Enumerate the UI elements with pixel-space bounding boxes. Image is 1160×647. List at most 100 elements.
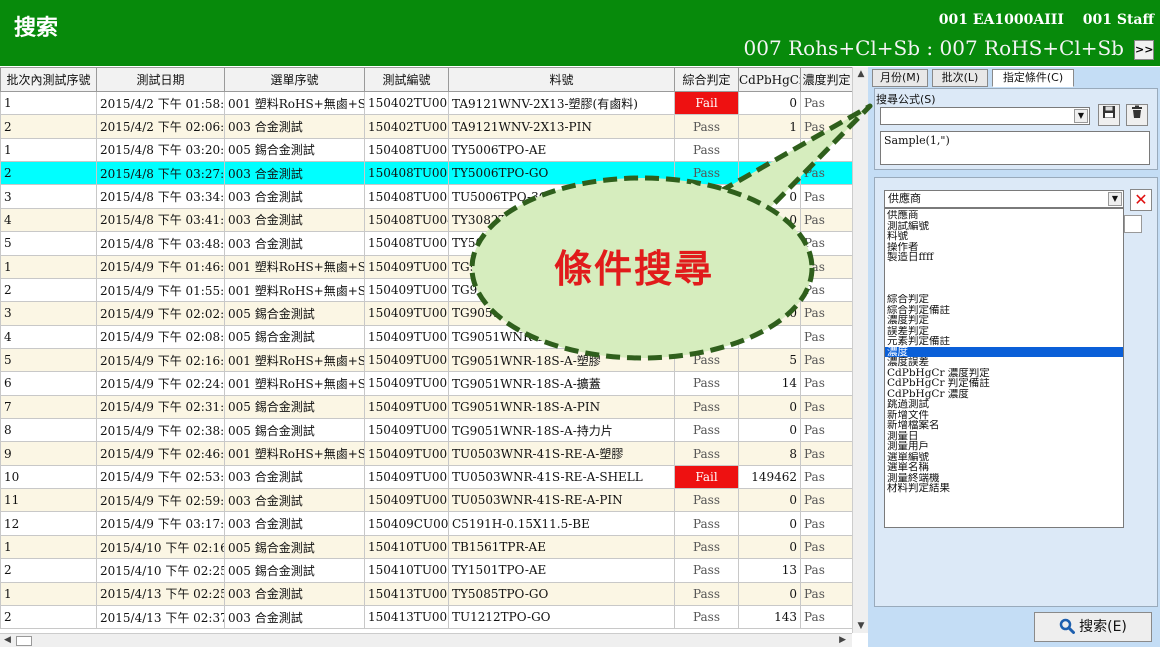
table-row[interactable]: 112015/4/9 下午 02:59:40003 合金測試150409TU00…: [0, 488, 852, 513]
column-header[interactable]: 測試編號: [364, 67, 449, 92]
table-row[interactable]: 52015/4/8 下午 03:48:10003 合金測試150408TU005…: [0, 231, 852, 256]
column-header[interactable]: 批次內測試序號: [0, 67, 97, 92]
table-cell: 1: [0, 534, 97, 560]
vertical-scrollbar[interactable]: ▲ ▼: [852, 67, 868, 633]
condition-option[interactable]: 誤差判定: [885, 326, 1123, 337]
chevron-down-icon[interactable]: ▼: [1074, 109, 1088, 123]
table-cell: 2015/4/8 下午 03:48:10: [96, 231, 225, 256]
table-row[interactable]: 12015/4/9 下午 01:46:48001 塑料RoHS+無鹵+Sb150…: [0, 254, 852, 279]
table-cell: 150413TU002: [364, 604, 449, 630]
condition-option[interactable]: 供應商: [885, 210, 1123, 221]
column-header[interactable]: 測試日期: [96, 67, 225, 92]
table-row[interactable]: 42015/4/8 下午 03:41:38003 合金測試150408TU004…: [0, 207, 852, 233]
condition-field-select[interactable]: 供應商 ▼: [884, 190, 1124, 208]
table-row[interactable]: 12015/4/2 下午 01:58:32001 塑料RoHS+無鹵+Sb150…: [0, 90, 852, 116]
table-cell: 001 塑料RoHS+無鹵+Sb: [224, 441, 365, 466]
table-row[interactable]: 62015/4/9 下午 02:24:21001 塑料RoHS+無鹵+Sb150…: [0, 371, 852, 396]
column-header[interactable]: CdPbHgCr: [738, 67, 801, 92]
condition-option[interactable]: 綜合判定: [885, 294, 1123, 305]
condition-option[interactable]: [885, 263, 1123, 274]
condition-option[interactable]: 濃度誤差: [885, 357, 1123, 368]
table-row[interactable]: 32015/4/8 下午 03:34:51003 合金測試150408TU003…: [0, 184, 852, 209]
table-row[interactable]: 22015/4/10 下午 02:25:06005 錫合金測試150410TU0…: [0, 558, 852, 583]
tab-conditions[interactable]: 指定條件(C): [992, 69, 1074, 87]
table-row[interactable]: 22015/4/9 下午 01:55:15001 塑料RoHS+無鹵+Sb150…: [0, 277, 852, 303]
table-cell: TG9051WNR-18S-A-塑膠: [448, 347, 675, 373]
table-cell: 4: [0, 207, 97, 233]
table-row[interactable]: 32015/4/9 下午 02:02:04005 錫合金測試150409TU00…: [0, 301, 852, 326]
condition-option[interactable]: 元素判定備註: [885, 336, 1123, 347]
column-header[interactable]: 料號: [448, 67, 675, 92]
table-cell: 12: [0, 511, 97, 536]
table-cell: Pas: [800, 371, 852, 396]
table-cell: Fail: [674, 90, 739, 116]
condition-option[interactable]: 料號: [885, 231, 1123, 242]
table-row[interactable]: 122015/4/9 下午 03:17:58003 合金測試150409CU00…: [0, 511, 852, 536]
column-header[interactable]: 綜合判定: [674, 67, 739, 92]
table-row[interactable]: 12015/4/13 下午 02:25:38003 合金測試150413TU00…: [0, 581, 852, 606]
table-row[interactable]: 12015/4/10 下午 02:16:19005 錫合金測試150410TU0…: [0, 534, 852, 560]
scroll-down-icon[interactable]: ▼: [853, 621, 869, 631]
condition-value-field[interactable]: [1124, 215, 1142, 233]
scroll-left-icon[interactable]: ◀: [4, 635, 11, 645]
condition-option[interactable]: 製造日ffff: [885, 252, 1123, 263]
search-button[interactable]: 搜索(E): [1034, 612, 1152, 642]
table-cell: 7: [0, 394, 97, 420]
table-row[interactable]: 22015/4/13 下午 02:37:39003 合金測試150413TU00…: [0, 604, 852, 630]
save-formula-button[interactable]: [1098, 104, 1120, 126]
tab-month[interactable]: 月份(M): [872, 69, 928, 87]
table-row[interactable]: 102015/4/9 下午 02:53:12003 合金測試150409TU00…: [0, 464, 852, 490]
table-cell: 150408TU003: [364, 184, 449, 209]
condition-option[interactable]: [885, 284, 1123, 295]
condition-option[interactable]: 新增檔案名: [885, 420, 1123, 431]
formula-textarea[interactable]: Sample(1,"): [880, 131, 1150, 165]
condition-option[interactable]: 濃度判定: [885, 315, 1123, 326]
table-cell: 005 錫合金測試: [224, 558, 365, 583]
column-header[interactable]: 選單序號: [224, 67, 365, 92]
condition-option[interactable]: 測量用戶: [885, 441, 1123, 452]
condition-option[interactable]: CdPbHgCr 濃度判定: [885, 368, 1123, 379]
table-cell: 005 錫合金測試: [224, 394, 365, 420]
horizontal-scrollbar[interactable]: ◀ ▶: [0, 633, 852, 647]
condition-option[interactable]: 濃度: [885, 346, 1123, 357]
remove-condition-button[interactable]: ✕: [1130, 189, 1152, 211]
condition-option[interactable]: 操作者: [885, 242, 1123, 253]
scroll-up-icon[interactable]: ▲: [853, 69, 869, 79]
table-cell: 150408TU002: [364, 161, 449, 186]
table-row[interactable]: 82015/4/9 下午 02:38:07005 錫合金測試150409TU00…: [0, 418, 852, 443]
table-row[interactable]: 52015/4/9 下午 02:16:33001 塑料RoHS+無鹵+Sb150…: [0, 347, 852, 373]
table-row[interactable]: 12015/4/8 下午 03:20:23005 錫合金測試150408TU00…: [0, 137, 852, 163]
condition-option[interactable]: 測量日: [885, 431, 1123, 442]
condition-option[interactable]: [885, 273, 1123, 284]
tab-batch[interactable]: 批次(L): [932, 69, 988, 87]
condition-option[interactable]: CdPbHgCr 濃度: [885, 389, 1123, 400]
column-header[interactable]: 濃度判定: [800, 67, 852, 92]
condition-option[interactable]: 綜合判定備註: [885, 305, 1123, 316]
condition-option[interactable]: 跳過測試: [885, 399, 1123, 410]
condition-option[interactable]: 測試編號: [885, 221, 1123, 232]
delete-formula-button[interactable]: [1126, 104, 1148, 126]
table-cell: Pas: [800, 277, 852, 303]
table-row[interactable]: 92015/4/9 下午 02:46:53001 塑料RoHS+無鹵+Sb150…: [0, 441, 852, 466]
condition-option[interactable]: CdPbHgCr 判定備註: [885, 378, 1123, 389]
table-cell: TA9121WNV-2X13-塑膠(有鹵料): [448, 90, 675, 116]
table-row[interactable]: 22015/4/2 下午 02:06:45003 合金測試150402TU001…: [0, 114, 852, 139]
table-row[interactable]: 42015/4/9 下午 02:08:18005 錫合金測試150409TU00…: [0, 324, 852, 349]
table-cell: 001 塑料RoHS+無鹵+Sb: [224, 277, 365, 303]
condition-dropdown-list[interactable]: 供應商 測試編號 料號 操作者 製造日ffff 綜合判定 綜合判定備註 濃度判定 誤差判定 元素判…: [884, 208, 1124, 528]
callout-text: 條件搜尋: [554, 247, 715, 291]
condition-option[interactable]: 測量終端機: [885, 473, 1123, 484]
table-row[interactable]: 22015/4/8 下午 03:27:10003 合金測試150408TU002…: [0, 161, 852, 186]
condition-option[interactable]: 選單編號: [885, 452, 1123, 463]
condition-option[interactable]: 選單名稱: [885, 462, 1123, 473]
condition-option[interactable]: 材料判定結果: [885, 483, 1123, 494]
scroll-thumb[interactable]: [16, 636, 32, 646]
chevron-down-icon[interactable]: ▼: [1108, 192, 1122, 206]
table-row[interactable]: 72015/4/9 下午 02:31:09005 錫合金測試150409TU00…: [0, 394, 852, 420]
expand-button[interactable]: >>: [1134, 40, 1154, 60]
condition-option[interactable]: 新增文件: [885, 410, 1123, 421]
table-cell: Pas: [800, 418, 852, 443]
table-cell: C5191H-0.15X11.5-BE: [448, 511, 675, 536]
formula-select[interactable]: ▼: [880, 107, 1090, 125]
scroll-right-icon[interactable]: ▶: [839, 635, 846, 645]
